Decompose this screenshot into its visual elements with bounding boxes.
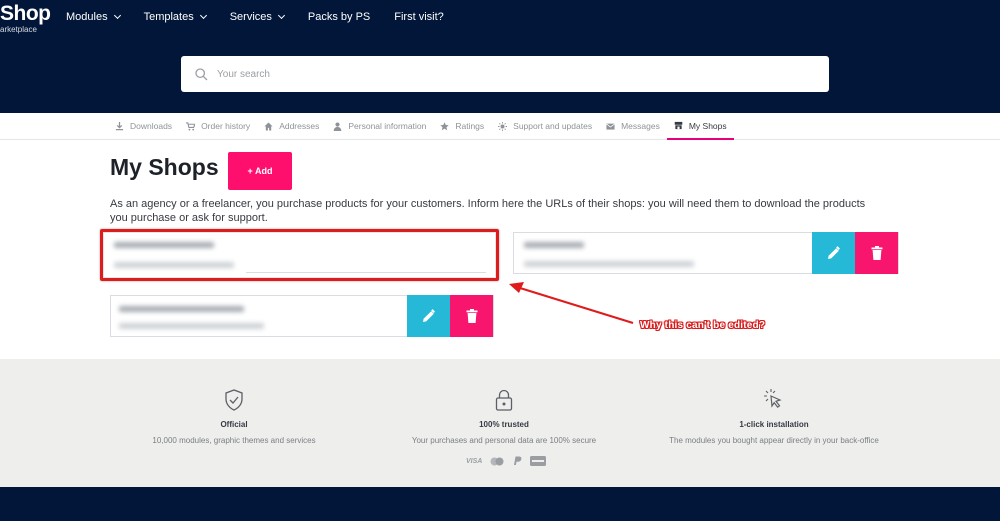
pencil-icon bbox=[828, 245, 840, 259]
feature-trusted: 100% trusted Your purchases and personal… bbox=[374, 388, 634, 445]
tab-personal-information-label: Personal information bbox=[348, 121, 427, 131]
shop-url-redacted bbox=[524, 242, 584, 248]
feature-text: 10,000 modules, graphic themes and servi… bbox=[152, 436, 316, 445]
search-icon bbox=[195, 67, 208, 80]
page-description: As an agency or a freelancer, you purcha… bbox=[110, 198, 866, 224]
feature-title: Official bbox=[220, 420, 248, 429]
click-cursor-icon bbox=[764, 389, 782, 409]
download-icon bbox=[115, 121, 124, 130]
site-footer bbox=[0, 487, 1000, 521]
nav-modules[interactable]: Modules bbox=[66, 10, 121, 24]
tab-order-history[interactable]: Order history bbox=[179, 113, 257, 139]
shield-check-icon bbox=[225, 389, 243, 411]
paypal-logo bbox=[514, 456, 522, 465]
amex-logo bbox=[530, 456, 547, 466]
reassurance-section: Official 10,000 modules, graphic themes … bbox=[0, 359, 1000, 487]
search-input[interactable] bbox=[217, 68, 777, 80]
nav-first-visit-label: First visit? bbox=[394, 11, 444, 23]
tab-messages-label: Messages bbox=[621, 121, 660, 131]
site-header: Shop arketplace Modules Templates Servic… bbox=[0, 0, 1000, 113]
account-tabs: Downloads Order history Addresses Person… bbox=[0, 113, 1000, 140]
mail-icon bbox=[606, 123, 615, 130]
edit-shop-button[interactable] bbox=[407, 295, 450, 337]
nav-first-visit[interactable]: First visit? bbox=[394, 10, 444, 24]
visa-logo: VISA bbox=[466, 457, 483, 465]
tab-personal-information[interactable]: Personal information bbox=[326, 113, 433, 139]
shop-card-2 bbox=[513, 232, 899, 274]
nav-modules-label: Modules bbox=[66, 11, 108, 23]
tab-support-and-updates[interactable]: Support and updates bbox=[491, 113, 599, 139]
shop-url-redacted bbox=[119, 306, 244, 312]
feature-title: 100% trusted bbox=[479, 420, 529, 429]
nav-templates-label: Templates bbox=[143, 11, 194, 23]
nav-templates[interactable]: Templates bbox=[143, 10, 207, 24]
chevron-down-icon bbox=[113, 11, 121, 20]
nav-services-label: Services bbox=[229, 11, 272, 23]
feature-official: Official 10,000 modules, graphic themes … bbox=[104, 388, 364, 445]
mastercard-logo bbox=[490, 457, 504, 465]
star-icon bbox=[440, 121, 450, 130]
chevron-down-icon bbox=[277, 11, 285, 20]
search-bar[interactable] bbox=[181, 56, 829, 92]
feature-installation: 1-click installation The modules you bou… bbox=[644, 388, 904, 445]
add-shop-button[interactable]: + Add bbox=[228, 152, 292, 190]
tab-ratings[interactable]: Ratings bbox=[433, 113, 491, 139]
tab-list: Downloads Order history Addresses Person… bbox=[108, 113, 734, 140]
shop-details-redacted bbox=[524, 261, 694, 267]
annotation-highlight-box bbox=[100, 229, 499, 281]
feature-text: Your purchases and personal data are 100… bbox=[411, 436, 597, 445]
delete-shop-button[interactable] bbox=[450, 295, 493, 337]
edit-shop-button[interactable] bbox=[812, 232, 855, 274]
feature-title: 1-click installation bbox=[739, 420, 809, 429]
home-icon bbox=[264, 121, 273, 131]
nav-services[interactable]: Services bbox=[229, 10, 285, 24]
sun-icon bbox=[498, 121, 508, 131]
shop-card-3 bbox=[110, 295, 494, 337]
trash-icon bbox=[466, 309, 477, 323]
nav-packs-label: Packs by PS bbox=[307, 11, 371, 23]
logo-subtext: arketplace bbox=[0, 25, 37, 34]
tab-addresses[interactable]: Addresses bbox=[257, 113, 326, 139]
tab-messages[interactable]: Messages bbox=[599, 113, 667, 139]
tab-downloads-label: Downloads bbox=[130, 121, 173, 131]
feature-text: The modules you bought appear directly i… bbox=[669, 436, 879, 445]
trash-icon bbox=[871, 246, 882, 260]
shop-details-redacted bbox=[119, 323, 264, 329]
logo[interactable]: Shop arketplace bbox=[0, 2, 51, 34]
pencil-icon bbox=[423, 308, 435, 322]
tab-my-shops-label: My Shops bbox=[688, 120, 727, 131]
page-title: My Shops bbox=[110, 154, 219, 180]
main-nav: Modules Templates Services Packs by PS F… bbox=[66, 10, 468, 24]
tab-downloads[interactable]: Downloads bbox=[108, 113, 179, 139]
tab-addresses-label: Addresses bbox=[279, 121, 320, 131]
tab-support-and-updates-label: Support and updates bbox=[513, 121, 593, 131]
nav-packs[interactable]: Packs by PS bbox=[308, 10, 370, 24]
tab-ratings-label: Ratings bbox=[455, 121, 485, 131]
cart-icon bbox=[186, 121, 196, 131]
tab-order-history-label: Order history bbox=[201, 121, 251, 131]
logo-text: Shop bbox=[0, 2, 51, 25]
annotation-text: Why this can't be edited? bbox=[640, 320, 766, 331]
tab-my-shops[interactable]: My Shops bbox=[666, 113, 734, 140]
chevron-down-icon bbox=[199, 11, 207, 20]
shop-icon bbox=[674, 121, 683, 130]
delete-shop-button[interactable] bbox=[855, 232, 898, 274]
payment-methods: VISA bbox=[466, 456, 547, 466]
user-icon bbox=[334, 121, 342, 131]
lock-icon bbox=[495, 389, 513, 411]
